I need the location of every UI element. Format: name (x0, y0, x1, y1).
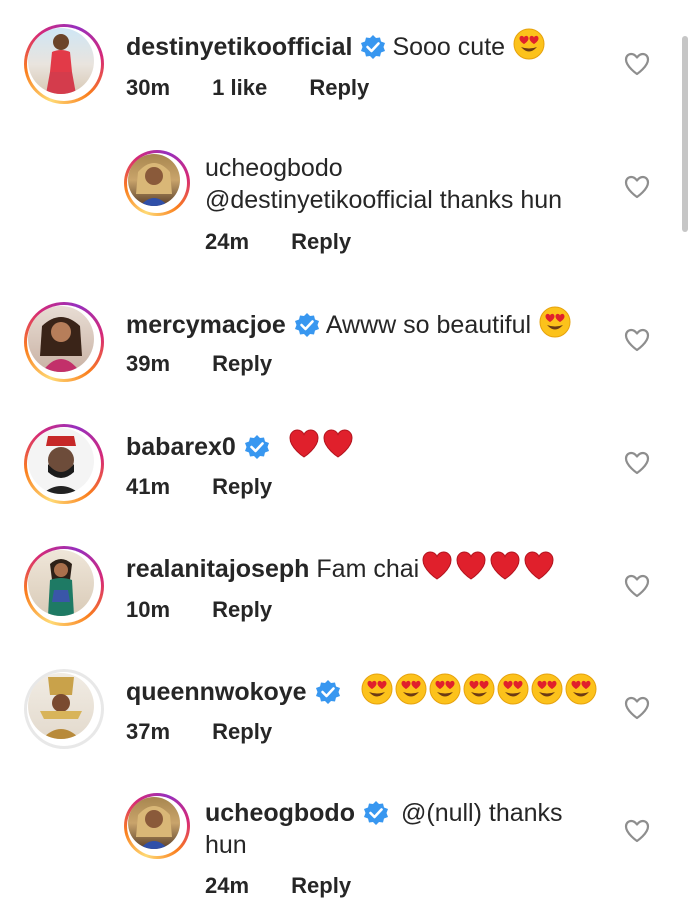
comment-username[interactable]: queennwokoye (126, 678, 307, 706)
red-heart-emoji-icon (490, 551, 520, 580)
heart-eyes-emoji-icon (463, 673, 495, 705)
avatar[interactable] (24, 669, 104, 749)
comment-username[interactable]: destinyetikoofficial (126, 33, 352, 61)
likes-count[interactable]: 1 like (212, 75, 267, 101)
comment-username[interactable]: mercymacjoe (126, 311, 286, 339)
comment-text: Awww so beautiful (325, 311, 532, 339)
avatar-photo-woman-dark-hair (28, 306, 94, 372)
heart-eyes-emoji-icon (497, 673, 529, 705)
red-heart-emoji-icon (422, 551, 452, 580)
red-heart-emoji-icon (524, 551, 554, 580)
heart-eyes-emoji-icon (395, 673, 427, 705)
red-heart-emoji-icon (456, 551, 486, 580)
reply-button[interactable]: Reply (212, 597, 272, 623)
comment-username[interactable]: ucheogbodo (205, 154, 343, 182)
reply-button[interactable]: Reply (212, 474, 272, 500)
avatar-photo-woman-headdress (28, 673, 94, 739)
reply-button[interactable]: Reply (309, 75, 369, 101)
like-heart-icon[interactable] (624, 574, 650, 598)
scrollbar[interactable] (682, 36, 688, 232)
comment-text: @destinyetikoofficial thanks hun (205, 186, 563, 214)
avatar-illustration-man-cap (28, 428, 94, 494)
comment-text: Sooo cute (392, 33, 506, 61)
comment-time: 10m (126, 597, 171, 622)
like-heart-icon[interactable] (624, 451, 650, 475)
heart-eyes-emoji-icon (539, 306, 571, 338)
verified-badge-icon (360, 35, 387, 59)
avatar-photo-woman-red-swimsuit (28, 28, 94, 94)
heart-eyes-emoji-icon (531, 673, 563, 705)
avatar[interactable] (24, 546, 104, 626)
verified-badge-icon (362, 801, 389, 825)
comment-time: 41m (126, 474, 171, 499)
red-heart-emoji-icon (323, 429, 353, 458)
like-heart-icon[interactable] (624, 52, 650, 76)
like-heart-icon[interactable] (624, 696, 650, 720)
comment-username[interactable]: ucheogbodo (205, 799, 355, 827)
verified-badge-icon (293, 313, 320, 337)
like-heart-icon[interactable] (624, 175, 650, 199)
reply-button[interactable]: Reply (212, 351, 272, 377)
like-heart-icon[interactable] (624, 819, 650, 843)
heart-eyes-emoji-icon (429, 673, 461, 705)
heart-eyes-emoji-icon (361, 673, 393, 705)
comment-time: 24m (205, 873, 250, 898)
comment-text: @(null) thanks (400, 799, 563, 827)
red-heart-emoji-icon (289, 429, 319, 458)
reply-button[interactable]: Reply (291, 229, 351, 255)
heart-eyes-emoji-icon (565, 673, 597, 705)
avatar-photo-woman-green-dress (28, 550, 94, 616)
reply-button[interactable]: Reply (291, 873, 351, 899)
comment-username[interactable]: babarex0 (126, 433, 236, 461)
comment-time: 24m (205, 229, 250, 254)
comment-time: 30m (126, 75, 171, 100)
reply-button[interactable]: Reply (212, 719, 272, 745)
avatar[interactable] (24, 302, 104, 382)
verified-badge-icon (243, 435, 270, 459)
heart-eyes-emoji-icon (513, 28, 545, 60)
avatar[interactable] (24, 24, 104, 104)
avatar[interactable] (24, 424, 104, 504)
avatar[interactable] (124, 150, 190, 216)
comment-text: Fam chai (316, 555, 420, 583)
verified-badge-icon (314, 680, 341, 704)
comment-time: 39m (126, 351, 171, 376)
avatar-photo-woman-blonde (128, 797, 180, 849)
avatar-photo-woman-blonde (128, 154, 180, 206)
comment-username[interactable]: realanitajoseph (126, 555, 309, 583)
comment-text-continued: hun (205, 831, 247, 859)
avatar[interactable] (124, 793, 190, 859)
like-heart-icon[interactable] (624, 328, 650, 352)
comment-time: 37m (126, 719, 171, 744)
